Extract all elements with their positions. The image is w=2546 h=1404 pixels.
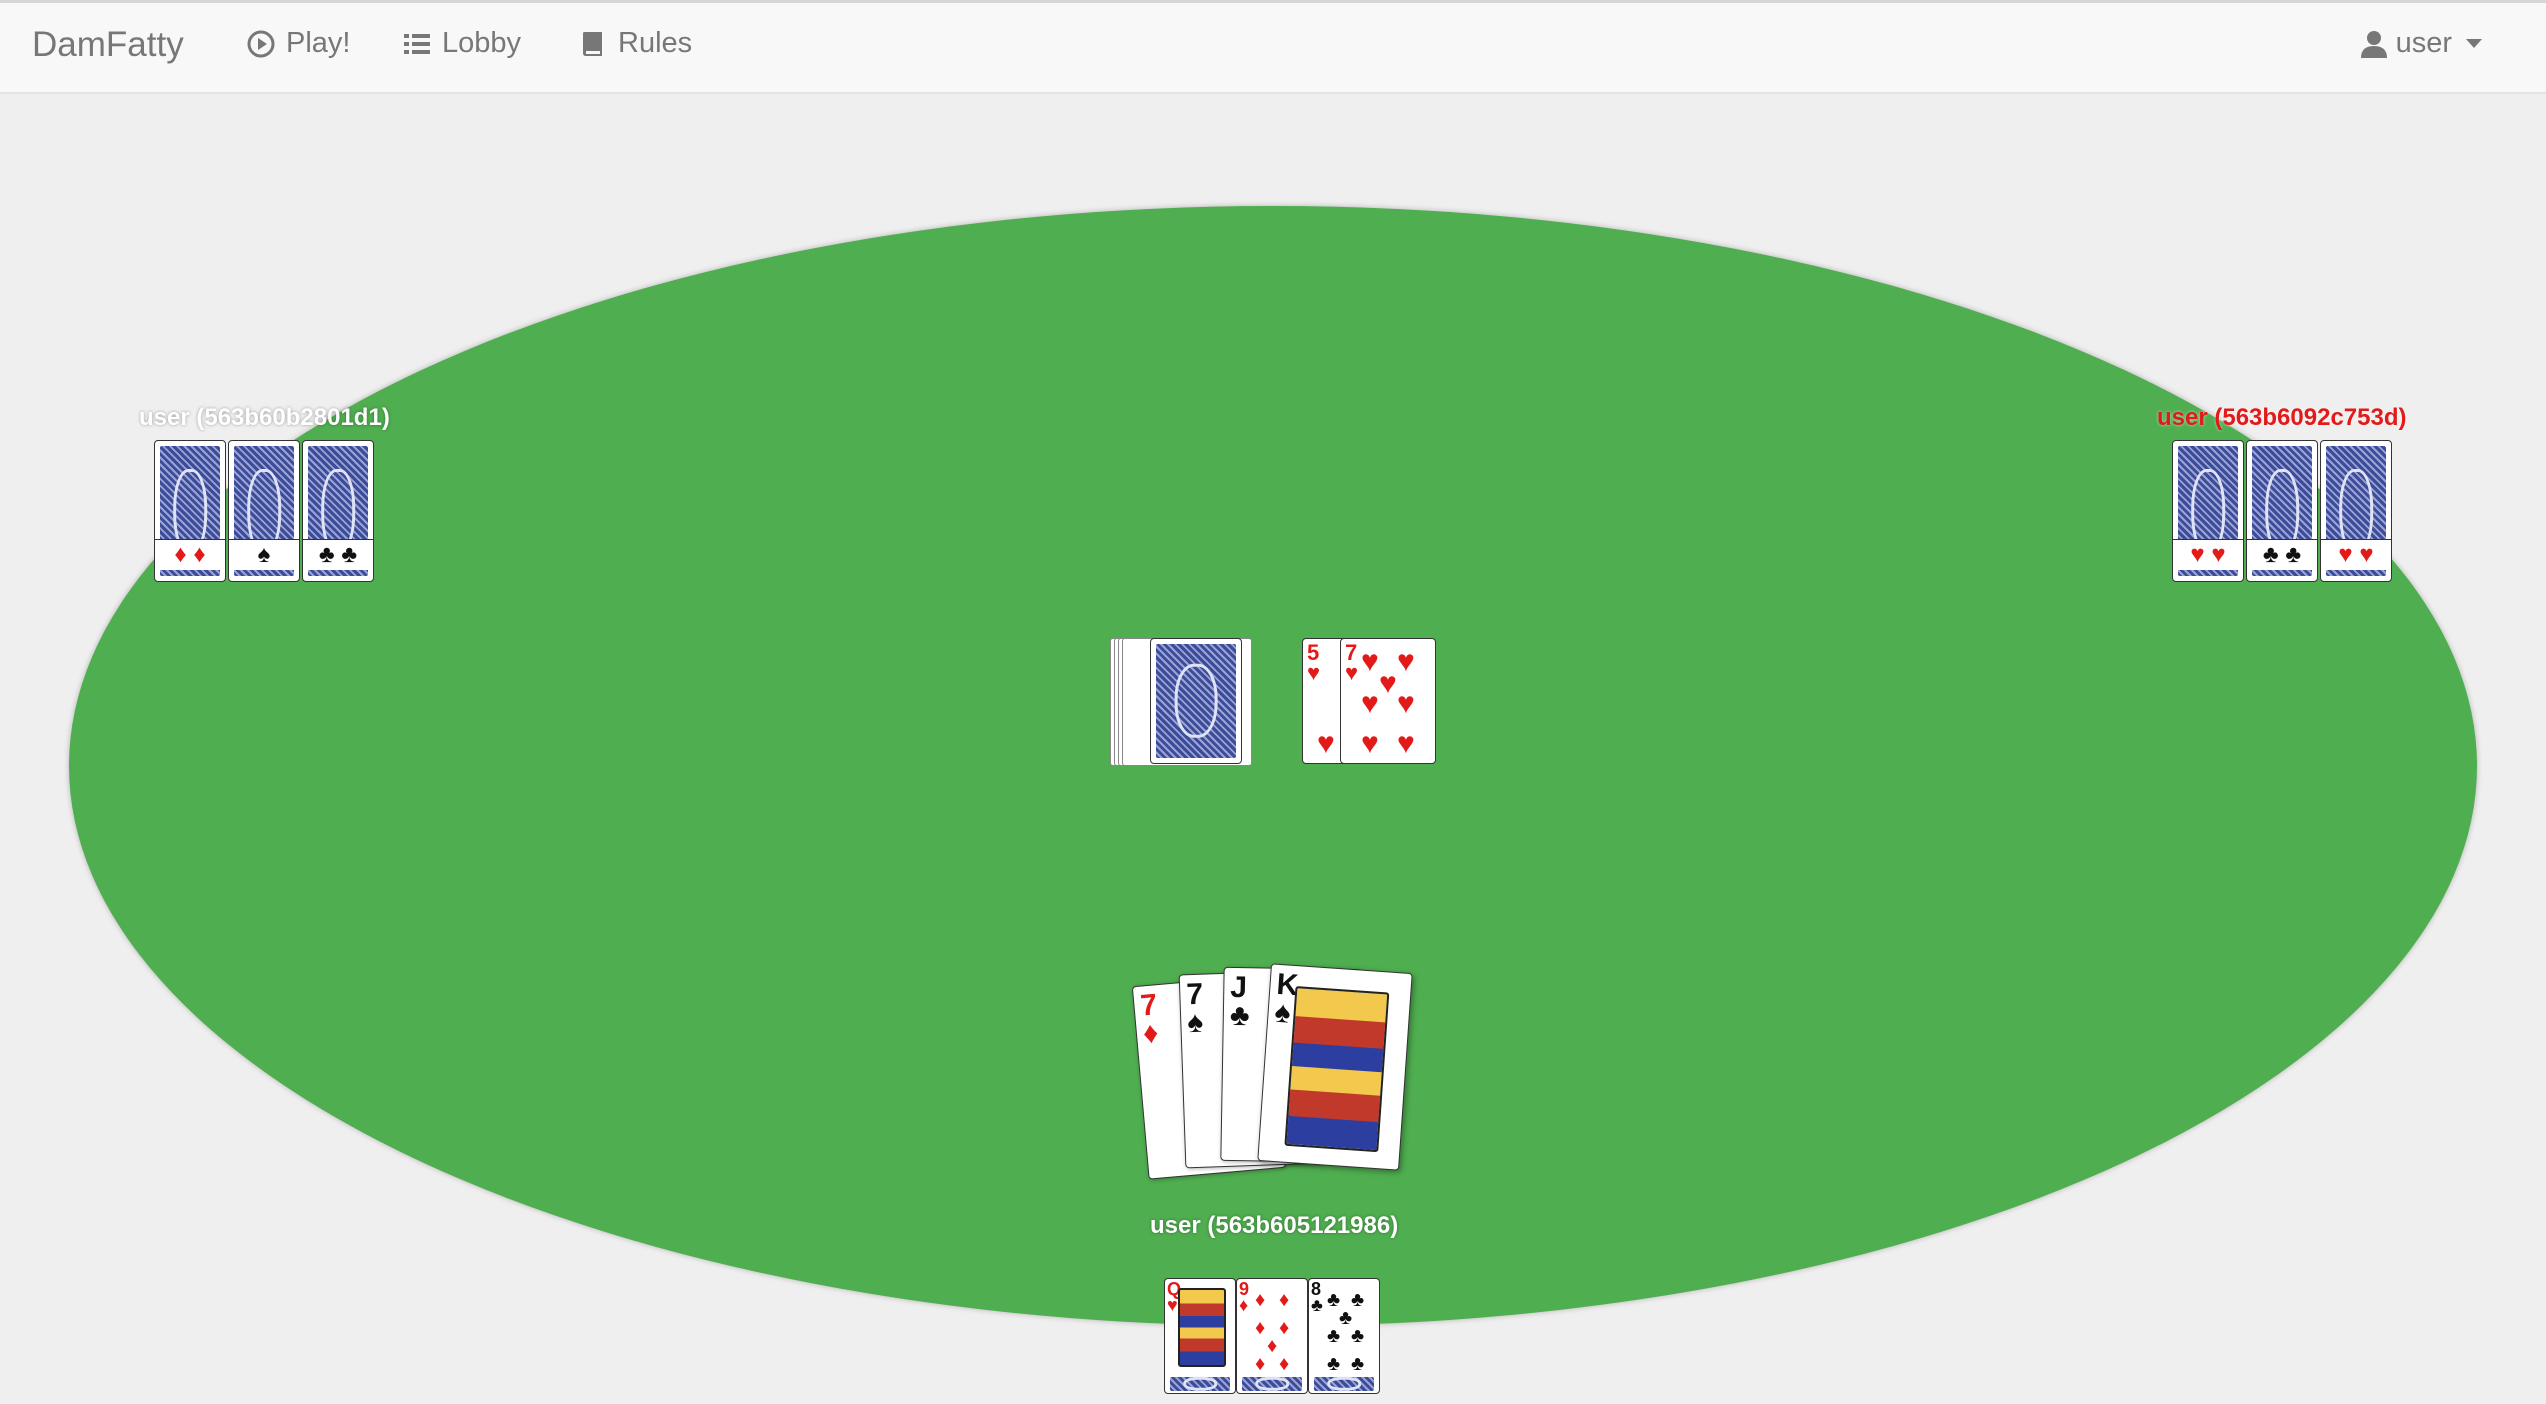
card-pip: ♣ [1327, 1325, 1341, 1347]
nav-play-label: Play! [286, 27, 351, 59]
card-rank: 8 ♣ [1311, 1279, 1323, 1315]
card-back [1170, 1377, 1230, 1391]
card-pip: ♥ [1397, 687, 1415, 720]
card-rank: 7 ♥ [1345, 640, 1359, 685]
face-up-card[interactable]: Q ♥ [1164, 1278, 1236, 1394]
face-up-card[interactable]: ♦ ♦ [155, 539, 225, 570]
face-up-card[interactable]: 9 ♦ ♦ ♦ ♦ ♦ ♦ ♦ ♦ [1236, 1278, 1308, 1394]
face-down-card[interactable]: ♥ ♥ [2172, 440, 2244, 582]
card-pip: ♦ [1267, 1335, 1278, 1357]
face-down-card[interactable]: ♠ [228, 440, 300, 582]
play-circle-icon [247, 30, 275, 57]
player-label-left: user (563b60b2801d1) [139, 404, 390, 431]
card-pip: ♦ [1255, 1289, 1266, 1311]
face-up-card[interactable]: 8 ♣ ♣ ♣ ♣ ♣ ♣ ♣ ♣ [1308, 1278, 1380, 1394]
book-icon [583, 31, 602, 56]
hand-card[interactable]: K ♠ [1257, 963, 1413, 1171]
card-pip: ♦ [1279, 1289, 1290, 1311]
face-down-card[interactable]: ♣ ♣ [302, 440, 374, 582]
pile-top-card[interactable]: 7 ♥ ♥ ♥ ♥ ♥ ♥ ♥ ♥ [1340, 638, 1436, 764]
navbar: DamFatty Play! Lobby Rules user [0, 0, 2546, 94]
card-pip: ♥ [1379, 667, 1397, 700]
card-rank: J ♣ [1229, 970, 1250, 1033]
card-pip: ♦ [1279, 1317, 1290, 1339]
face-down-card[interactable]: ♦ ♦ [154, 440, 226, 582]
user-menu[interactable]: user [2360, 27, 2482, 60]
card-pip: ♦ [1255, 1317, 1266, 1339]
deck-top-card[interactable] [1150, 638, 1242, 764]
face-down-card[interactable]: ♣ ♣ [2246, 440, 2318, 582]
nav-lobby-label: Lobby [442, 27, 522, 59]
face-up-card[interactable]: ♥ ♥ [2173, 539, 2243, 570]
brand-link[interactable]: DamFatty [32, 25, 184, 65]
card-pip: ♥ [1397, 727, 1415, 760]
chevron-down-icon [2466, 39, 2482, 48]
card-rank: 9 ♦ [1239, 1279, 1250, 1315]
player-label-bottom: user (563b605121986) [1150, 1212, 1399, 1239]
face-down-card[interactable]: ♥ ♥ [2320, 440, 2392, 582]
nav-rules[interactable]: Rules [578, 27, 692, 60]
king-face-art [1284, 985, 1390, 1153]
card-rank: 7 ♦ [1139, 988, 1160, 1051]
card-pip: ♣ [1351, 1353, 1365, 1375]
card-back [1242, 1377, 1302, 1391]
card-pip: ♥ [1397, 645, 1415, 678]
card-pip: ♥ [1317, 727, 1335, 760]
card-pip: ♥ [1361, 727, 1379, 760]
card-pip: ♣ [1351, 1289, 1365, 1311]
card-pip: ♦ [1279, 1353, 1290, 1375]
list-icon [404, 33, 430, 54]
player-label-right: user (563b6092c753d) [2157, 404, 2407, 431]
nav-rules-label: Rules [618, 27, 693, 59]
face-up-card[interactable]: ♠ [229, 539, 299, 570]
card-back [1156, 644, 1236, 758]
user-icon [2360, 30, 2387, 58]
nav-lobby[interactable]: Lobby [402, 27, 521, 60]
card-back [1314, 1377, 1374, 1391]
card-pip: ♣ [1351, 1325, 1365, 1347]
user-menu-label: user [2395, 27, 2452, 59]
nav-play[interactable]: Play! [246, 27, 350, 60]
face-up-card[interactable]: ♣ ♣ [303, 539, 373, 570]
card-pip: ♥ [1361, 645, 1379, 678]
card-pip: ♥ [1361, 687, 1379, 720]
queen-face-art [1177, 1288, 1227, 1368]
card-rank: 5 ♥ [1307, 640, 1321, 685]
card-rank: 7 ♠ [1185, 977, 1204, 1040]
card-pip: ♦ [1255, 1353, 1266, 1375]
face-up-card[interactable]: ♥ ♥ [2321, 539, 2391, 570]
card-pip: ♣ [1327, 1353, 1341, 1375]
face-up-card[interactable]: ♣ ♣ [2247, 539, 2317, 570]
